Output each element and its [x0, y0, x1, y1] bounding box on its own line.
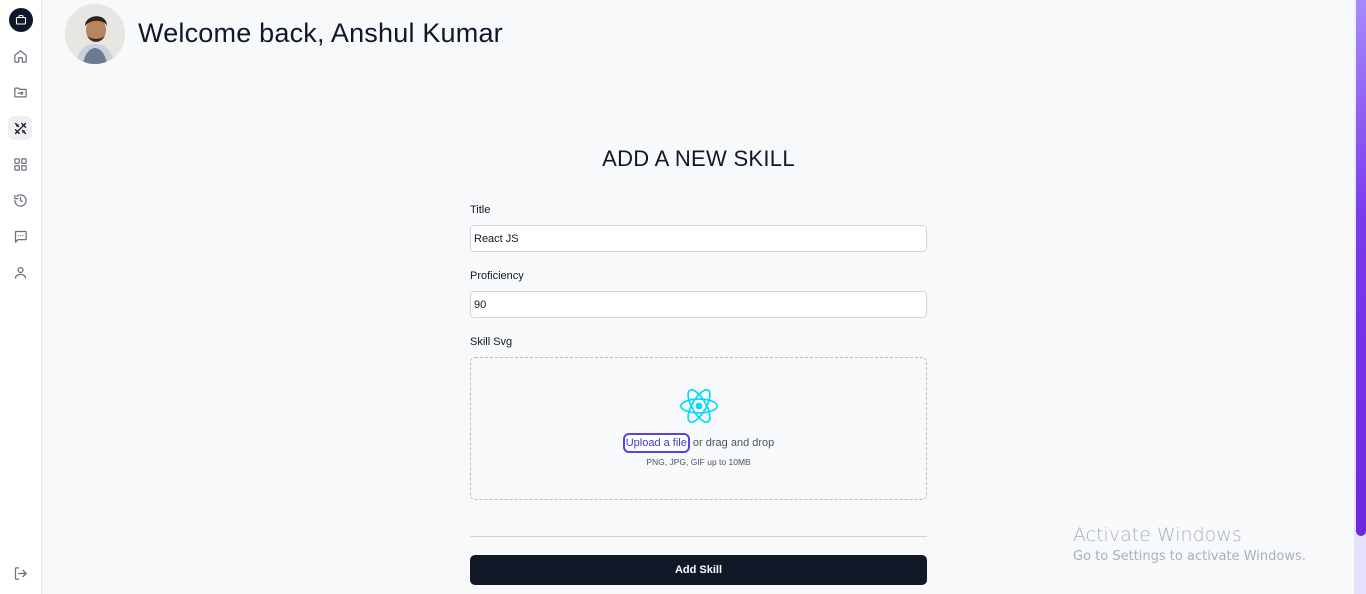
title-input[interactable]	[470, 225, 927, 252]
upload-hint: PNG, JPG, GIF up to 10MB	[646, 457, 751, 467]
scrollbar-thumb[interactable]	[1356, 0, 1366, 536]
page-title: ADD A NEW SKILL	[602, 146, 795, 171]
activation-watermark-subtitle: Go to Settings to activate Windows.	[1073, 549, 1306, 564]
tools-icon	[14, 122, 26, 134]
briefcase-icon[interactable]	[9, 8, 33, 32]
sidebar-item-account[interactable]	[8, 260, 32, 284]
logout-icon	[14, 566, 27, 580]
upload-file-link[interactable]: Upload a file	[622, 433, 690, 453]
folder-icon	[13, 87, 27, 97]
file-dropzone[interactable]: Upload a file or drag and drop PNG, JPG,…	[470, 357, 927, 500]
react-icon	[680, 389, 718, 423]
sidebar-item-timeline[interactable]	[8, 188, 32, 212]
sidebar-item-projects[interactable]	[8, 80, 32, 104]
scrollbar[interactable]	[1354, 0, 1366, 594]
proficiency-input[interactable]	[470, 291, 927, 318]
sidebar-item-messages[interactable]	[8, 224, 32, 248]
history-icon	[13, 193, 27, 207]
sidebar-item-apps[interactable]	[8, 152, 32, 176]
drag-drop-text: or drag and drop	[689, 437, 775, 449]
skill-svg-label: Skill Svg	[470, 336, 513, 348]
logout-button[interactable]	[8, 561, 32, 585]
add-skill-button[interactable]: Add Skill	[470, 555, 927, 585]
avatar	[65, 4, 125, 64]
activation-watermark-title: Activate Windows	[1073, 524, 1242, 546]
welcome-heading: Welcome back, Anshul Kumar	[138, 18, 503, 48]
divider	[470, 536, 927, 537]
sidebar-item-skills[interactable]	[8, 116, 32, 140]
message-icon	[14, 230, 27, 243]
sidebar-item-home[interactable]	[8, 44, 32, 68]
user-icon	[14, 266, 26, 279]
home-icon	[13, 49, 27, 63]
upload-row: Upload a file or drag and drop	[471, 433, 926, 453]
proficiency-label: Proficiency	[470, 270, 524, 282]
sidebar	[0, 0, 42, 594]
grid-icon	[13, 157, 27, 171]
title-label: Title	[470, 204, 491, 216]
